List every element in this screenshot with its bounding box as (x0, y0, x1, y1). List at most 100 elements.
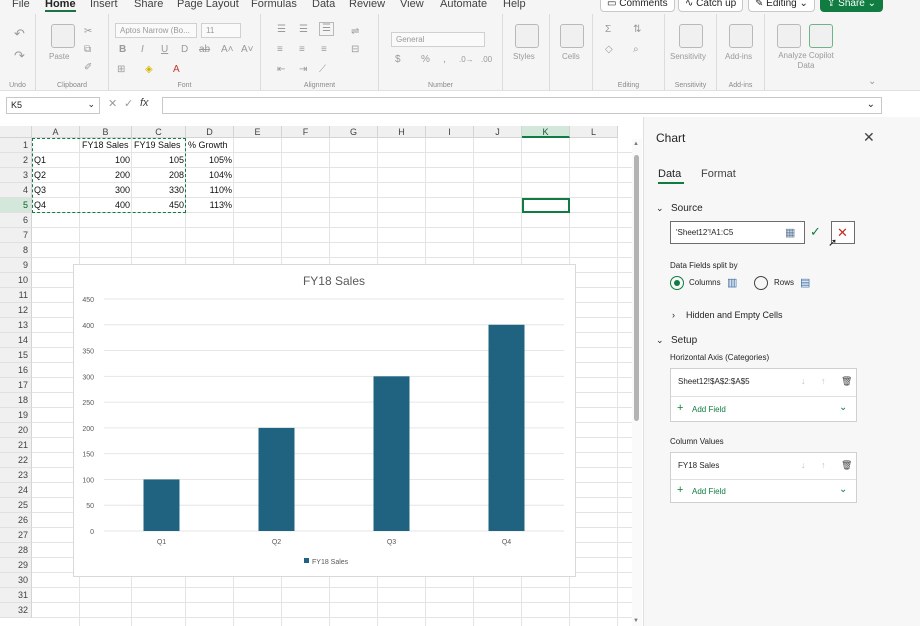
scroll-down-icon[interactable]: ▼ (633, 618, 639, 624)
increase-indent-icon[interactable]: ⇥ (299, 64, 307, 76)
menu-page-layout[interactable]: Page Layout (177, 0, 239, 10)
active-cell[interactable] (522, 198, 570, 213)
vertical-scrollbar[interactable]: ▲ ▼ (632, 139, 642, 626)
currency-icon[interactable]: $ (395, 54, 401, 66)
menu-data[interactable]: Data (312, 0, 335, 10)
row-header-20[interactable]: 20 (0, 423, 32, 438)
row-header-9[interactable]: 9 (0, 258, 32, 273)
row-header-24[interactable]: 24 (0, 483, 32, 498)
row-header-14[interactable]: 14 (0, 333, 32, 348)
add-field-button[interactable]: Add Field (692, 405, 726, 414)
function-icon[interactable]: fx (140, 97, 149, 109)
hidden-empty-cells-section[interactable]: Hidden and Empty Cells (686, 310, 783, 320)
scrollbar-thumb[interactable] (634, 155, 639, 421)
row-header-27[interactable]: 27 (0, 528, 32, 543)
double-underline-icon[interactable]: D (181, 44, 188, 56)
copy-icon[interactable]: ⧉ (84, 44, 91, 56)
column-header-J[interactable]: J (474, 126, 522, 138)
borders-icon[interactable]: ⊞ (117, 64, 125, 76)
add-icon[interactable]: + (677, 402, 683, 414)
cells-icon[interactable] (560, 24, 584, 48)
confirm-check-icon[interactable]: ✓ (810, 224, 821, 240)
row-header-10[interactable]: 10 (0, 273, 32, 288)
column-header-L[interactable]: L (570, 126, 618, 138)
row-header-2[interactable]: 2 (0, 153, 32, 168)
row-header-15[interactable]: 15 (0, 348, 32, 363)
comma-icon[interactable]: , (443, 54, 446, 66)
bold-icon[interactable]: B (119, 44, 126, 56)
chevron-down-icon[interactable]: ⌄ (839, 484, 847, 495)
move-down-icon[interactable]: ↓ (801, 460, 806, 470)
row-header-8[interactable]: 8 (0, 243, 32, 258)
enter-icon[interactable]: ✓ (124, 97, 133, 110)
row-header-23[interactable]: 23 (0, 468, 32, 483)
sensitivity-icon[interactable] (679, 24, 703, 48)
row-header-5[interactable]: 5 (0, 198, 32, 213)
number-format-dropdown[interactable]: General (391, 32, 485, 47)
find-icon[interactable]: ⌕ (633, 44, 639, 56)
analyze-data-icon[interactable] (777, 24, 801, 48)
wrap-text-icon[interactable]: ⇌ (351, 26, 359, 38)
column-header-K[interactable]: K (522, 126, 570, 138)
row-header-31[interactable]: 31 (0, 588, 32, 603)
cell-D3[interactable]: 104% (186, 168, 234, 183)
column-header-C[interactable]: C (132, 126, 186, 138)
underline-icon[interactable]: U (161, 44, 168, 56)
setup-section-header[interactable]: Setup (671, 335, 697, 346)
menu-help[interactable]: Help (503, 0, 526, 10)
row-header-25[interactable]: 25 (0, 498, 32, 513)
row-header-7[interactable]: 7 (0, 228, 32, 243)
align-top-icon[interactable]: ☰ (277, 24, 286, 36)
scroll-up-icon[interactable]: ▲ (633, 141, 639, 147)
column-header-D[interactable]: D (186, 126, 234, 138)
delete-icon[interactable]: 🗑 (841, 460, 852, 471)
catchup-button[interactable]: ∿ Catch up (678, 0, 744, 12)
name-box[interactable]: K5 ⌄ (6, 97, 100, 114)
select-all-corner[interactable] (0, 126, 32, 138)
row-header-6[interactable]: 6 (0, 213, 32, 228)
cut-icon[interactable]: ✂ (84, 26, 92, 38)
merge-icon[interactable]: ⊟ (351, 44, 359, 56)
row-header-18[interactable]: 18 (0, 393, 32, 408)
grow-font-icon[interactable]: A˄ (221, 44, 234, 56)
share-button[interactable]: ⇪ Share ⌄ (820, 0, 884, 12)
cell-D4[interactable]: 110% (186, 183, 234, 198)
cell-D5[interactable]: 113% (186, 198, 234, 213)
delete-icon[interactable]: 🗑 (841, 376, 852, 387)
ribbon-expand-icon[interactable]: ⌄ (868, 76, 876, 88)
autosum-icon[interactable]: Σ (605, 24, 611, 36)
paste-icon[interactable] (51, 24, 75, 48)
menu-file[interactable]: File (12, 0, 30, 10)
chevron-right-icon[interactable]: › (672, 310, 675, 320)
addins-icon[interactable] (729, 24, 753, 48)
formula-input[interactable]: ⌄ (162, 97, 882, 114)
align-right-icon[interactable]: ≡ (321, 44, 327, 56)
column-header-A[interactable]: A (32, 126, 80, 138)
row-header-19[interactable]: 19 (0, 408, 32, 423)
menu-home[interactable]: Home (45, 0, 76, 12)
decrease-indent-icon[interactable]: ⇤ (277, 64, 285, 76)
increase-decimal-icon[interactable]: .0→ (459, 54, 474, 66)
align-bottom-icon[interactable]: ☰ (319, 22, 334, 36)
chevron-down-icon[interactable]: ⌄ (656, 335, 664, 346)
cancel-icon[interactable]: ✕ (108, 97, 117, 110)
row-header-4[interactable]: 4 (0, 183, 32, 198)
menu-formulas[interactable]: Formulas (251, 0, 297, 10)
move-down-icon[interactable]: ↓ (801, 376, 806, 386)
decrease-decimal-icon[interactable]: .00 (481, 54, 492, 66)
column-header-H[interactable]: H (378, 126, 426, 138)
tab-format[interactable]: Format (701, 168, 736, 180)
cell-D2[interactable]: 105% (186, 153, 234, 168)
column-header-E[interactable]: E (234, 126, 282, 138)
menu-share[interactable]: Share (134, 0, 163, 10)
font-color-icon[interactable]: A (173, 64, 180, 76)
font-size-dropdown[interactable]: 11 (201, 23, 241, 38)
redo-icon[interactable]: ↷ (14, 49, 25, 62)
sort-filter-icon[interactable]: ⇅ (633, 24, 641, 36)
row-header-22[interactable]: 22 (0, 453, 32, 468)
fill-color-icon[interactable]: ◈ (145, 64, 153, 76)
row-header-28[interactable]: 28 (0, 543, 32, 558)
row-header-30[interactable]: 30 (0, 573, 32, 588)
horizontal-axis-field[interactable]: Sheet12!$A$2:$A$5 (678, 377, 750, 386)
add-icon[interactable]: + (677, 484, 683, 496)
